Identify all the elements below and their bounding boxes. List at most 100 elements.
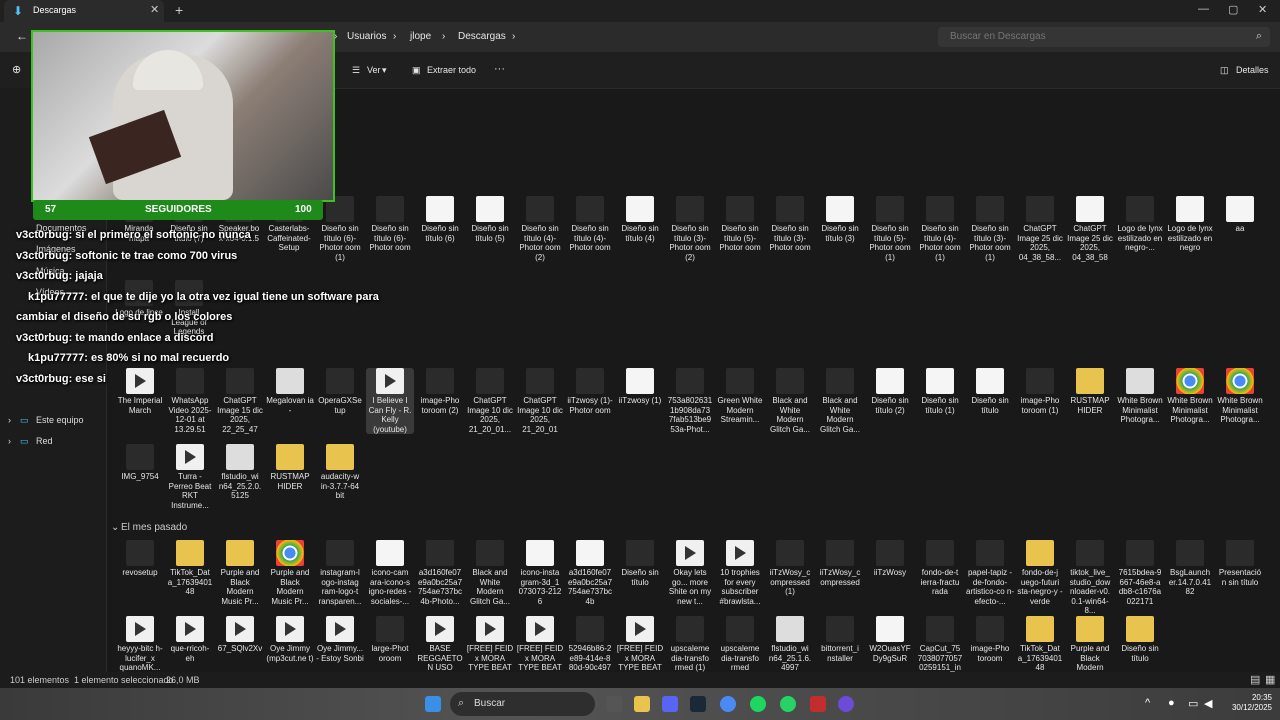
file-item[interactable]: BsgLaunch er.14.7.0.41 82 xyxy=(1166,540,1214,597)
file-item[interactable]: 67_SQlv2Xv xyxy=(216,616,264,654)
file-item[interactable]: [FREE] FEID x MORA TYPE BEAT xyxy=(516,616,564,673)
file-item[interactable]: ChatGPT Image 25 dic 2025, 04_38_58... xyxy=(1016,196,1064,262)
file-item[interactable]: iiTzWosy_c ompressed (1) xyxy=(766,540,814,597)
file-item[interactable]: upscaleme dia-transfo rmed xyxy=(716,616,764,673)
sidebar-item-red[interactable]: Red xyxy=(36,436,53,446)
file-item[interactable]: Diseño sin título (1) xyxy=(916,368,964,415)
file-item[interactable]: BASE REGGAETO N USO xyxy=(416,616,464,673)
file-item[interactable]: RUSTMAP HIDER xyxy=(1066,368,1114,415)
chevron-down-icon[interactable]: ⌄ xyxy=(111,522,119,533)
task-view-icon[interactable] xyxy=(606,696,622,712)
file-item[interactable]: W2OuasYF Dy9gSuR xyxy=(866,616,914,663)
file-item[interactable]: Diseño sin título (4)-Photor oom (1) xyxy=(916,196,964,262)
search-box[interactable]: ⌕ xyxy=(938,27,1270,47)
tab-close-button[interactable]: ✕ xyxy=(150,3,159,16)
chevron-right-icon[interactable]: › xyxy=(8,436,11,446)
file-item[interactable]: a3d160fe07 e9a0bc25a7 754ae737bc 4b-Phot… xyxy=(416,540,464,606)
file-item[interactable]: Black and White Modern Glitch Ga... xyxy=(466,540,514,606)
file-item[interactable]: Purple and Black Modern xyxy=(1066,616,1114,673)
file-item[interactable]: Presentació n sin título xyxy=(1216,540,1264,587)
file-item[interactable]: ChatGPT Image 10 dic 2025, 21_20_01 xyxy=(516,368,564,434)
taskbar-search[interactable]: ⌕ Buscar xyxy=(450,692,595,716)
file-item[interactable]: [FREE] FEID x MORA TYPE BEAT xyxy=(466,616,514,673)
section-header[interactable]: El mes pasado xyxy=(121,522,187,533)
explorer-tab[interactable]: ⬇ Descargas ✕ xyxy=(4,0,164,22)
breadcrumb-usuarios[interactable]: Usuarios xyxy=(347,31,386,42)
whatsapp-icon[interactable] xyxy=(780,696,796,712)
file-item[interactable]: Logo de lynx estilizado en negro xyxy=(1166,196,1214,253)
obs-icon[interactable] xyxy=(838,696,854,712)
file-item[interactable]: heyyy-bitc h-lucifer_x quanoMK... xyxy=(116,616,164,673)
file-item[interactable]: revosetup xyxy=(116,540,164,578)
file-item[interactable]: Diseño sin título (5)-Photor oom xyxy=(716,196,764,253)
file-explorer-icon[interactable] xyxy=(634,696,650,712)
file-item[interactable]: ChatGPT Image 10 dic 2025, 21_20_01... xyxy=(466,368,514,434)
file-item[interactable]: Green White Modern Streamin... xyxy=(716,368,764,425)
file-item[interactable]: flstudio_wi n64_25.1.6. 4997 xyxy=(766,616,814,673)
file-item[interactable]: Oye Jimmy (mp3cut.ne t) xyxy=(266,616,314,663)
file-item[interactable]: White Brown Minimalist Photogra... xyxy=(1166,368,1214,425)
close-button[interactable]: ✕ xyxy=(1258,3,1267,16)
minimize-button[interactable]: — xyxy=(1198,3,1209,15)
file-item[interactable]: icono-insta gram-3d_1 073073-212 6 xyxy=(516,540,564,606)
file-item[interactable]: iiTzwosy (1)-Photor oom xyxy=(566,368,614,415)
file-item[interactable]: The Imperial March xyxy=(116,368,164,415)
file-item[interactable]: fondo-de-j uego-futuri sta-negro-y -verd… xyxy=(1016,540,1064,606)
start-icon[interactable] xyxy=(425,696,441,712)
file-item[interactable]: TikTok_Dat a_17639401 48 xyxy=(166,540,214,597)
file-item[interactable]: Purple and Black Modern Music Pr... xyxy=(266,540,314,606)
file-item[interactable]: upscaleme dia-transfo rmed (1) xyxy=(666,616,714,673)
file-item[interactable]: Diseño sin título (5) xyxy=(466,196,514,243)
app-icon[interactable] xyxy=(810,696,826,712)
file-item[interactable]: aa xyxy=(1216,196,1264,234)
file-item[interactable]: Diseño sin título (6)-Photor oom (1) xyxy=(316,196,364,262)
file-item[interactable]: Diseño sin título (3) xyxy=(816,196,864,243)
file-item[interactable]: Diseño sin título (3)-Photor oom xyxy=(766,196,814,253)
file-item[interactable]: image-Pho toroom xyxy=(966,616,1014,663)
file-item[interactable]: OperaGXSe tup xyxy=(316,368,364,415)
view-button[interactable]: Ver xyxy=(367,65,381,75)
file-item[interactable]: Diseño sin título (3)-Photor oom (2) xyxy=(666,196,714,262)
file-item[interactable]: Logo de lynx estilizado en negro-... xyxy=(1116,196,1164,253)
file-item[interactable]: iiTzwosy (1) xyxy=(616,368,664,406)
file-item[interactable]: White Brown Minimalist Photogra... xyxy=(1216,368,1264,425)
file-item[interactable]: icono-cam ara-icono-s igno-redes -social… xyxy=(366,540,414,606)
file-item[interactable]: Megalovan ia - xyxy=(266,368,314,415)
microphone-icon[interactable]: ● xyxy=(1168,697,1184,713)
file-item[interactable]: Diseño sin título (6) xyxy=(416,196,464,243)
file-item[interactable]: Okay lets go... more Shite on my new t..… xyxy=(666,540,714,606)
extract-all-button[interactable]: Extraer todo xyxy=(427,65,476,75)
file-item[interactable]: Diseño sin título (2) xyxy=(866,368,914,415)
file-item[interactable]: ChatGPT Image 15 dic 2025, 22_25_47 xyxy=(216,368,264,434)
volume-icon[interactable]: ◀ xyxy=(1204,697,1220,713)
details-view-icon[interactable]: ▤ xyxy=(1250,673,1260,686)
file-item[interactable]: iiTzWosy_c ompressed xyxy=(816,540,864,587)
file-item[interactable]: IMG_9754 xyxy=(116,444,164,482)
file-item[interactable]: White Brown Minimalist Photogra... xyxy=(1116,368,1164,425)
more-options-button[interactable]: ··· xyxy=(494,63,505,75)
file-item[interactable]: Turra - Perreo Beat RKT Instrume... xyxy=(166,444,214,510)
file-item[interactable]: Diseño sin título (4)-Photor oom xyxy=(566,196,614,253)
file-item[interactable]: Diseño sin título (3)-Photor oom (1) xyxy=(966,196,1014,262)
spotify-icon[interactable] xyxy=(750,696,766,712)
details-button[interactable]: Detalles xyxy=(1236,65,1269,75)
file-item[interactable]: Diseño sin título (4)-Photor oom (2) xyxy=(516,196,564,262)
file-item[interactable]: a3d160fe07 e9a0bc25a7 754ae737bc 4b xyxy=(566,540,614,606)
chevron-up-icon[interactable]: ^ xyxy=(1145,697,1161,713)
file-item[interactable]: Black and White Modern Glitch Ga... xyxy=(816,368,864,434)
file-item[interactable]: ChatGPT Image 25 dic 2025, 04_38_58 xyxy=(1066,196,1114,262)
add-icon[interactable]: ⊕ xyxy=(12,63,21,76)
chrome-icon[interactable] xyxy=(720,696,736,712)
file-item[interactable]: large-Phot oroom xyxy=(366,616,414,663)
file-item[interactable]: Install League of Legends xyxy=(165,280,213,337)
icons-view-icon[interactable]: ▦ xyxy=(1265,673,1275,686)
file-item[interactable]: Diseño sin título (6)-Photor oom xyxy=(366,196,414,253)
system-clock[interactable]: 20:35 30/12/2025 xyxy=(1232,693,1272,713)
file-item[interactable]: [FREE] FEID x MORA TYPE BEAT xyxy=(616,616,664,673)
file-item[interactable]: image-Pho toroom (2) xyxy=(416,368,464,415)
file-item[interactable]: Oye Jimmy... - Estoy Sonbi xyxy=(316,616,364,663)
file-item[interactable]: Black and White Modern Glitch Ga... xyxy=(766,368,814,434)
sidebar-item-este-equipo[interactable]: Este equipo xyxy=(36,415,84,425)
new-tab-button[interactable]: + xyxy=(175,2,183,18)
maximize-button[interactable]: ▢ xyxy=(1228,3,1238,16)
